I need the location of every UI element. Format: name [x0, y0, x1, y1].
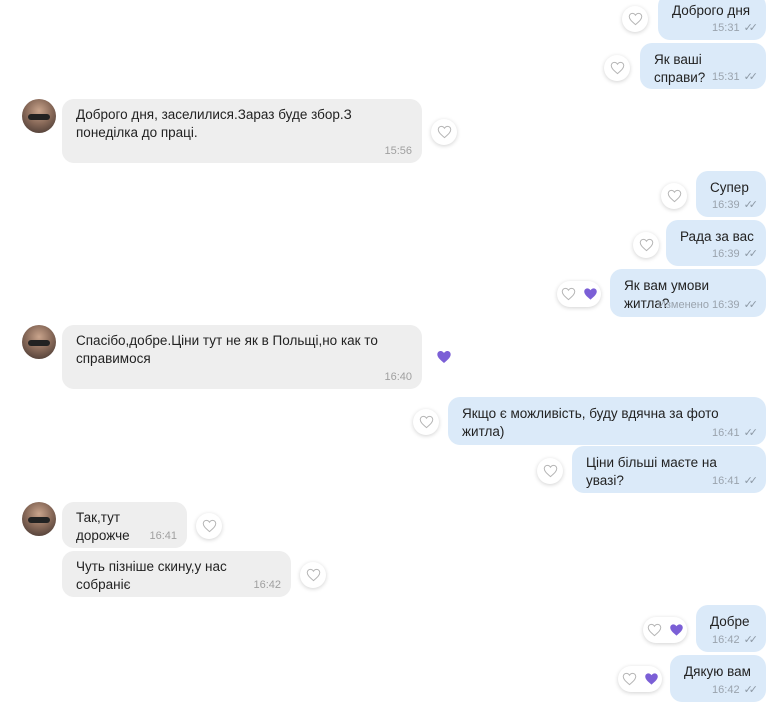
- message-meta: 15:31 ✓✓: [712, 68, 759, 86]
- heart-reaction-icon: [436, 349, 452, 365]
- read-ticks-icon: ✓✓: [743, 299, 759, 311]
- like-button[interactable]: [431, 119, 457, 145]
- message-time: Изменено 16:39: [657, 299, 740, 311]
- message-text: Дякую вам: [684, 664, 751, 679]
- message-text: Доброго дня, заселилися.Зараз буде збор.…: [76, 107, 352, 140]
- message-text: Ціни більші маєте на увазі?: [586, 455, 717, 488]
- like-button[interactable]: [413, 409, 439, 435]
- message-text: Як ваші справи?: [654, 52, 706, 85]
- contact-avatar[interactable]: [22, 99, 56, 133]
- heart-outline-icon: [610, 61, 624, 75]
- heart-outline-icon: [639, 238, 653, 252]
- message-time: 16:42: [712, 634, 740, 646]
- message-time: 15:31: [712, 22, 740, 34]
- like-button[interactable]: [604, 55, 630, 81]
- message-text: Супер: [710, 180, 749, 195]
- read-ticks-icon: ✓✓: [743, 427, 759, 439]
- message-time: 16:42: [253, 579, 281, 591]
- message-text: Якщо є можливість, буду вдячна за фото ж…: [462, 406, 719, 439]
- message-time: 16:41: [712, 427, 740, 439]
- message-meta: 16:41 ✓✓: [712, 424, 759, 442]
- read-ticks-icon: ✓✓: [743, 475, 759, 487]
- message-text: Рада за вас: [680, 229, 754, 244]
- message-bubble-outgoing[interactable]: Ціни більші маєте на увазі? 16:41 ✓✓: [572, 446, 766, 493]
- heart-outline-icon: [628, 12, 642, 26]
- heart-reaction-icon: [669, 624, 683, 636]
- like-button[interactable]: [537, 458, 563, 484]
- message-time: 16:41: [712, 475, 740, 487]
- message-bubble-outgoing[interactable]: Супер 16:39 ✓✓: [696, 171, 766, 217]
- heart-outline-icon: [437, 125, 451, 139]
- heart-outline-icon: [306, 568, 320, 582]
- message-time: 16:39: [712, 248, 740, 260]
- like-button[interactable]: [661, 183, 687, 209]
- message-bubble-outgoing[interactable]: Як ваші справи? 15:31 ✓✓: [640, 43, 766, 89]
- message-text: Чуть пізніше скину,у нас собраніє: [76, 559, 227, 592]
- message-text: Спасібо,добре.Ціни тут не як в Польщі,но…: [76, 333, 378, 366]
- message-bubble-outgoing[interactable]: Добре 16:42 ✓✓: [696, 605, 766, 652]
- read-ticks-icon: ✓✓: [743, 199, 759, 211]
- message-meta: 16:39 ✓✓: [712, 196, 759, 214]
- message-time: 16:42: [712, 684, 740, 696]
- message-bubble-outgoing[interactable]: Як вам умови житла? Изменено 16:39 ✓✓: [610, 269, 766, 317]
- message-meta: 16:42 ✓✓: [712, 631, 759, 649]
- like-button[interactable]: [633, 232, 659, 258]
- message-bubble-outgoing[interactable]: Якщо є можливість, буду вдячна за фото ж…: [448, 397, 766, 445]
- like-button[interactable]: [643, 617, 687, 643]
- heart-outline-icon: [667, 189, 681, 203]
- message-bubble-incoming[interactable]: Спасібо,добре.Ціни тут не як в Польщі,но…: [62, 325, 422, 389]
- heart-outline-icon: [561, 287, 575, 301]
- message-time: 15:56: [384, 145, 412, 157]
- message-meta: 16:41 ✓✓: [712, 472, 759, 490]
- contact-avatar[interactable]: [22, 502, 56, 536]
- like-button[interactable]: [196, 513, 222, 539]
- heart-outline-icon: [622, 672, 636, 686]
- heart-reaction-icon: [644, 673, 658, 685]
- contact-avatar[interactable]: [22, 325, 56, 359]
- message-time: 15:31: [712, 71, 740, 83]
- read-ticks-icon: ✓✓: [743, 634, 759, 646]
- message-time: 16:39: [712, 199, 740, 211]
- message-bubble-incoming[interactable]: Чуть пізніше скину,у нас собраніє 16:42: [62, 551, 291, 597]
- message-time: 16:40: [384, 371, 412, 383]
- message-meta: 15:31 ✓✓: [712, 19, 759, 37]
- heart-outline-icon: [647, 623, 661, 637]
- message-text: Добре: [710, 614, 750, 629]
- read-ticks-icon: ✓✓: [743, 71, 759, 83]
- message-meta: Изменено 16:39 ✓✓: [657, 296, 759, 314]
- heart-outline-icon: [419, 415, 433, 429]
- message-text: Доброго дня: [672, 3, 751, 18]
- message-bubble-outgoing[interactable]: Рада за вас 16:39 ✓✓: [666, 220, 766, 266]
- read-ticks-icon: ✓✓: [743, 22, 759, 34]
- heart-outline-icon: [543, 464, 557, 478]
- message-bubble-incoming[interactable]: Так,тут дорожче 16:41: [62, 502, 187, 548]
- like-button[interactable]: [618, 666, 662, 692]
- like-button[interactable]: [300, 562, 326, 588]
- message-time: 16:41: [149, 530, 177, 542]
- message-meta: 16:42 ✓✓: [712, 681, 759, 699]
- read-ticks-icon: ✓✓: [743, 684, 759, 696]
- heart-outline-icon: [202, 519, 216, 533]
- like-button[interactable]: [622, 6, 648, 32]
- message-bubble-outgoing[interactable]: Доброго дня 15:31 ✓✓: [658, 0, 766, 40]
- message-meta: 16:39 ✓✓: [712, 245, 759, 263]
- message-text: Так,тут дорожче: [76, 510, 130, 543]
- like-button[interactable]: [557, 281, 601, 307]
- message-bubble-incoming[interactable]: Доброго дня, заселилися.Зараз буде збор.…: [62, 99, 422, 163]
- message-bubble-outgoing[interactable]: Дякую вам 16:42 ✓✓: [670, 655, 766, 702]
- read-ticks-icon: ✓✓: [743, 248, 759, 260]
- heart-reaction-icon: [583, 288, 597, 300]
